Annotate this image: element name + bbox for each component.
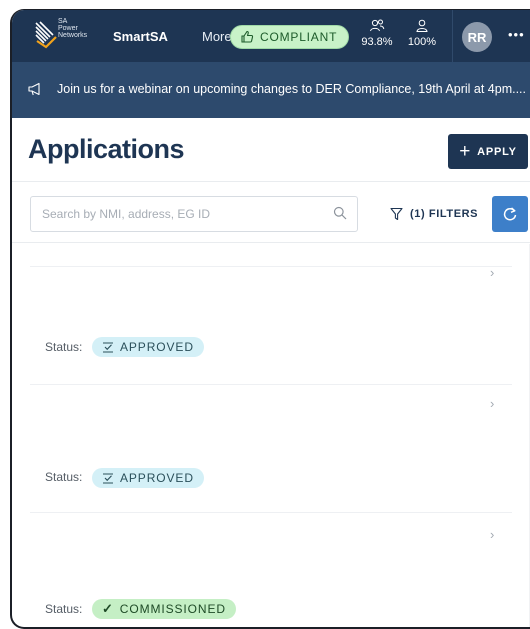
users-icon: [370, 19, 385, 32]
status-badge-label: APPROVED: [120, 340, 194, 354]
app-name[interactable]: SmartSA: [113, 29, 168, 44]
status-label: Status:: [45, 470, 83, 484]
page-title: Applications: [28, 134, 185, 164]
plus-icon: +: [459, 141, 472, 162]
list-divider: [30, 266, 512, 267]
app-window: SA Power Networks SmartSA More COMPLIANT…: [10, 9, 530, 629]
top-navigation-bar: SA Power Networks SmartSA More COMPLIANT…: [12, 10, 530, 62]
more-options-icon[interactable]: •••: [508, 27, 525, 42]
status-badge-label: COMMISSIONED: [119, 602, 226, 616]
compliant-badge[interactable]: COMPLIANT: [230, 25, 350, 49]
user-icon: [416, 19, 428, 32]
title-divider: [12, 181, 530, 182]
status-label: Status:: [45, 340, 83, 354]
search-field[interactable]: [30, 196, 358, 232]
filters-label: (1) FILTERS: [410, 208, 479, 220]
search-icon[interactable]: [333, 206, 347, 220]
list-divider: [30, 384, 512, 385]
apply-button[interactable]: + APPLY: [448, 134, 528, 169]
status-badge: APPROVED: [92, 337, 204, 357]
status-badge: ✓ COMMISSIONED: [92, 599, 236, 619]
toolbar-divider: [12, 242, 530, 243]
search-input[interactable]: [31, 197, 321, 231]
thumbs-up-icon: [241, 30, 254, 43]
apply-button-label: APPLY: [477, 145, 517, 158]
stat-user[interactable]: 100%: [405, 19, 439, 48]
announcement-banner[interactable]: Join us for a webinar on upcoming change…: [12, 62, 530, 118]
chevron-right-icon[interactable]: ›: [490, 527, 494, 542]
compliant-label: COMPLIANT: [260, 30, 338, 44]
approved-check-icon: [103, 473, 113, 484]
chevron-right-icon[interactable]: ›: [490, 396, 494, 411]
stat-users[interactable]: 93.8%: [359, 19, 395, 48]
status-badge: APPROVED: [92, 468, 204, 488]
check-icon: ✓: [102, 601, 114, 616]
refresh-icon: [503, 207, 517, 221]
status-label: Status:: [45, 602, 83, 616]
logo-text: SA Power Networks: [58, 18, 88, 39]
filter-icon: [390, 207, 403, 221]
refresh-button[interactable]: [492, 196, 528, 232]
avatar[interactable]: RR: [462, 22, 492, 52]
banner-text: Join us for a webinar on upcoming change…: [57, 82, 527, 96]
header-divider: [452, 10, 453, 62]
chevron-right-icon[interactable]: ›: [490, 265, 494, 280]
megaphone-icon: [28, 82, 40, 96]
more-menu[interactable]: More: [202, 29, 232, 44]
stat-users-value: 93.8%: [361, 36, 393, 48]
stat-user-value: 100%: [407, 36, 437, 48]
approved-check-icon: [103, 342, 113, 353]
applications-list: › Status: APPROVED › Status: APPROVED › …: [12, 244, 530, 627]
list-divider: [30, 512, 512, 513]
status-badge-label: APPROVED: [120, 471, 194, 485]
filters-button[interactable]: (1) FILTERS: [390, 207, 478, 221]
